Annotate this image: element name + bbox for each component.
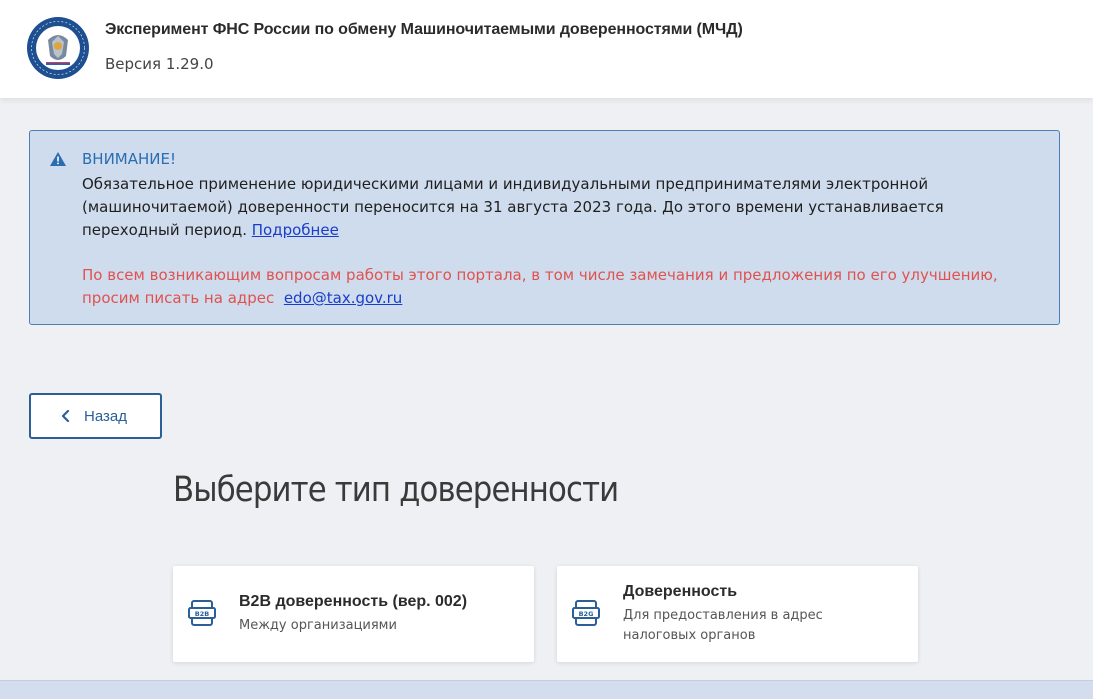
chevron-left-icon: [61, 410, 70, 422]
notice-title: ВНИМАНИЕ!: [82, 150, 176, 168]
card-b2g-title: Доверенность: [623, 583, 738, 600]
more-info-link[interactable]: Подробнее: [252, 221, 339, 239]
contact-email-link[interactable]: edo@tax.gov.ru: [284, 289, 403, 307]
card-b2b[interactable]: B2B B2B доверенность (вер. 002) Между ор…: [173, 566, 534, 662]
card-b2b-title: B2B доверенность (вер. 002): [239, 593, 468, 610]
b2b-icon: B2B: [188, 600, 216, 626]
notice-text: Обязательное применение юридическими лиц…: [82, 173, 1042, 242]
svg-text:B2G: B2G: [579, 610, 594, 618]
card-b2b-subtitle: Между организациями: [239, 618, 397, 633]
app-header: Эксперимент ФНС России по обмену Машиноч…: [0, 0, 1093, 98]
notice-body-text: Обязательное применение юридическими лиц…: [82, 175, 944, 239]
page-title: Выберите тип доверенности: [173, 470, 619, 510]
app-version: Версия 1.29.0: [105, 55, 214, 73]
b2g-icon: B2G: [572, 600, 600, 626]
app-title: Эксперимент ФНС России по обмену Машиноч…: [105, 21, 743, 38]
back-button-label: Назад: [84, 408, 127, 425]
card-b2g[interactable]: B2G Доверенность Для предоставления в ад…: [557, 566, 918, 662]
card-b2g-subtitle: Для предоставления в адрес налоговых орг…: [623, 608, 823, 643]
notice-contact: По всем возникающим вопросам работы этог…: [82, 264, 1042, 310]
back-button[interactable]: Назад: [29, 393, 162, 439]
contact-text: По всем возникающим вопросам работы этог…: [82, 266, 998, 307]
warning-triangle-icon: [50, 152, 66, 166]
footer-strip: [0, 680, 1093, 699]
fns-emblem-icon[interactable]: [26, 16, 90, 80]
svg-text:B2B: B2B: [195, 610, 209, 618]
notice-banner: ВНИМАНИЕ! Обязательное применение юридич…: [29, 130, 1060, 325]
